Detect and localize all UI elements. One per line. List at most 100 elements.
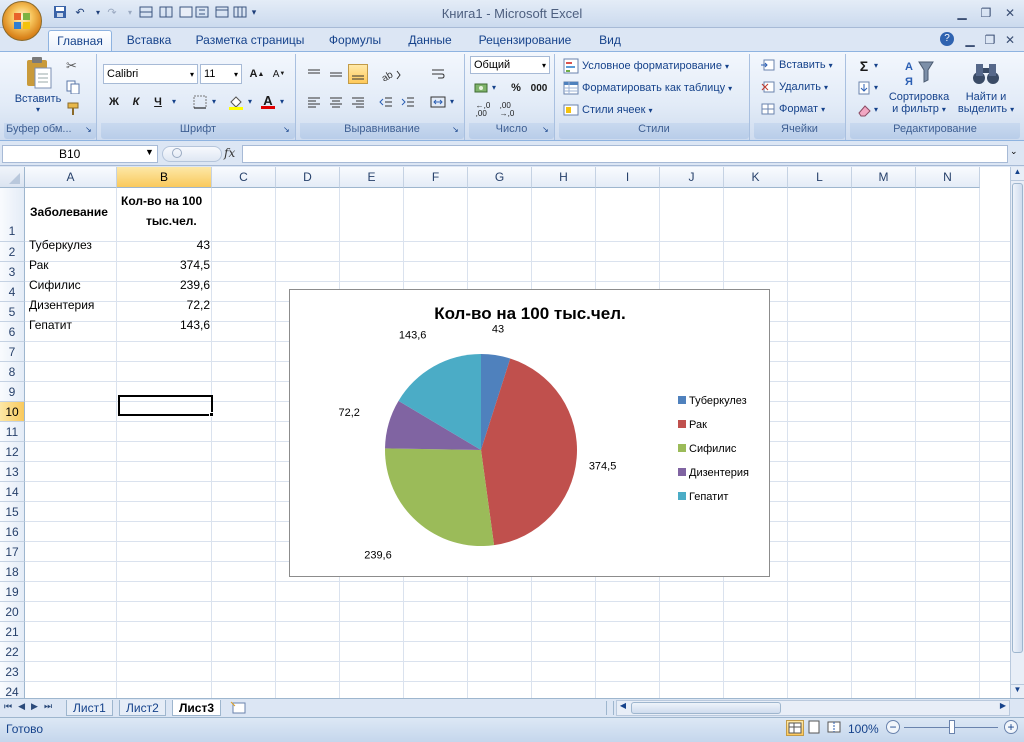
italic-button[interactable]: К [126, 92, 146, 112]
data-label-5[interactable]: 143,6 [399, 329, 427, 341]
cell-A2[interactable]: Туберкулез [29, 235, 92, 255]
page-break-view-button[interactable] [826, 720, 844, 736]
tab-page-layout[interactable]: Разметка страницы [192, 30, 308, 52]
column-header-G[interactable]: G [468, 167, 532, 188]
scroll-up-icon[interactable]: ▲ [1011, 167, 1024, 181]
increase-decimal-button[interactable]: ←,0,00 [472, 100, 494, 120]
paste-dropdown-icon[interactable]: ▾ [18, 105, 58, 114]
font-color-button[interactable]: A [258, 92, 278, 112]
font-name-select[interactable]: Calibri ▾ [103, 64, 198, 84]
worksheet-grid[interactable]: ABCDEFGHIJKLMN 1 2 3 4 5 6 7 8 9 10 11 12 13 14 15 16 17… [0, 167, 1010, 698]
bold-button[interactable]: Ж [104, 92, 124, 112]
legend-label-1[interactable]: Туберкулез [689, 395, 747, 407]
cell-B4[interactable]: 239,6 [119, 275, 210, 295]
restore-icon[interactable]: ❐ [976, 6, 996, 20]
tab-home[interactable]: Главная [48, 30, 112, 52]
sheet-nav-icons[interactable]: ⏮◀▶⏭ [4, 701, 58, 712]
name-box[interactable]: B10 [2, 145, 158, 163]
currency-dropdown-icon[interactable]: ▾ [492, 83, 496, 92]
horizontal-scrollbar[interactable]: ◀ ▶ [616, 700, 1010, 716]
horizontal-scroll-thumb[interactable] [631, 702, 781, 714]
borders-button[interactable] [190, 92, 210, 112]
zoom-in-icon[interactable]: + [1004, 720, 1018, 734]
row-header-4[interactable]: 4 [0, 282, 25, 302]
cell-A4[interactable]: Сифилис [29, 275, 81, 295]
column-header-B[interactable]: B [117, 167, 212, 188]
row-header-3[interactable]: 3 [0, 262, 25, 282]
row-header-6[interactable]: 6 [0, 322, 25, 342]
column-header-L[interactable]: L [788, 167, 852, 188]
workbook-close-icon[interactable]: ✕ [1000, 33, 1020, 47]
wrap-text-button[interactable] [428, 64, 448, 84]
cell-B6[interactable]: 143,6 [119, 315, 210, 335]
tab-view[interactable]: Вид [590, 30, 630, 52]
row-header-14[interactable]: 14 [0, 482, 25, 502]
insert-sheet-icon[interactable] [230, 701, 248, 718]
number-launcher-icon[interactable]: ↘ [542, 125, 549, 134]
align-middle-button[interactable] [326, 64, 346, 84]
format-as-table-button[interactable]: Форматировать как таблицу ▾ [563, 80, 732, 96]
increase-indent-button[interactable] [398, 92, 418, 112]
cell-B1-line1[interactable]: Кол-во на 100 [121, 191, 202, 211]
font-color-dropdown-icon[interactable]: ▾ [280, 97, 284, 106]
row-header-17[interactable]: 17 [0, 542, 25, 562]
autosum-button[interactable]: Σ [854, 56, 874, 76]
delete-cells-button[interactable]: Удалить ▾ [760, 80, 828, 94]
cut-icon[interactable]: ✂ [66, 58, 77, 74]
row-header-12[interactable]: 12 [0, 442, 25, 462]
column-header-A[interactable]: A [25, 167, 117, 188]
expand-formula-bar-icon[interactable]: ⌄ [1010, 146, 1018, 157]
page-layout-view-button[interactable] [806, 720, 824, 736]
row-header-18[interactable]: 18 [0, 562, 25, 582]
legend-label-5[interactable]: Гепатит [689, 491, 728, 503]
row-header-15[interactable]: 15 [0, 502, 25, 522]
fill-dropdown-icon[interactable]: ▾ [874, 83, 878, 92]
chart-title[interactable]: Кол-во на 100 тыс.чел. [434, 304, 626, 323]
row-header-8[interactable]: 8 [0, 362, 25, 382]
insert-cells-button[interactable]: Вставить ▾ [760, 58, 833, 72]
merge-center-button[interactable] [428, 92, 448, 112]
find-select-button[interactable]: Найти и выделить ▾ [956, 58, 1016, 115]
office-button[interactable] [2, 1, 42, 41]
row-header-20[interactable]: 20 [0, 602, 25, 622]
grow-font-button[interactable]: A ▲ [247, 64, 267, 84]
copy-icon[interactable] [66, 80, 80, 97]
cell-A5[interactable]: Дизентерия [29, 295, 94, 315]
help-icon[interactable]: ? [940, 32, 954, 46]
sheet-tab-3[interactable]: Лист3 [172, 700, 222, 716]
workbook-restore-icon[interactable]: ❐ [980, 33, 1000, 47]
font-size-select[interactable]: 11 ▾ [200, 64, 242, 84]
conditional-formatting-button[interactable]: Условное форматирование ▾ [563, 58, 729, 74]
font-launcher-icon[interactable]: ↘ [283, 125, 290, 134]
cell-A1[interactable]: Заболевание [30, 202, 108, 222]
tab-formulas[interactable]: Формулы [322, 30, 388, 52]
decrease-indent-button[interactable] [376, 92, 396, 112]
align-bottom-button[interactable] [348, 64, 368, 84]
row-header-5[interactable]: 5 [0, 302, 25, 322]
row-header-2[interactable]: 2 [0, 242, 25, 262]
scroll-right-icon[interactable]: ▶ [997, 701, 1009, 715]
zoom-slider-thumb[interactable] [949, 720, 955, 734]
clear-button[interactable] [854, 100, 874, 120]
legend-label-4[interactable]: Дизентерия [689, 467, 749, 479]
data-label-3[interactable]: 239,6 [364, 549, 392, 561]
autosum-dropdown-icon[interactable]: ▾ [874, 61, 878, 70]
scroll-down-icon[interactable]: ▼ [1011, 684, 1024, 698]
underline-button[interactable]: Ч [148, 92, 168, 112]
minimize-icon[interactable]: ▁ [952, 6, 972, 20]
column-header-N[interactable]: N [916, 167, 980, 188]
row-header-23[interactable]: 23 [0, 662, 25, 682]
row-header-9[interactable]: 9 [0, 382, 25, 402]
percent-button[interactable]: % [506, 78, 526, 98]
orientation-button[interactable]: ab [376, 64, 406, 84]
cell-A6[interactable]: Гепатит [29, 315, 72, 335]
row-header-24[interactable]: 24 [0, 682, 25, 698]
column-header-C[interactable]: C [212, 167, 276, 188]
row-header-22[interactable]: 22 [0, 642, 25, 662]
column-header-H[interactable]: H [532, 167, 596, 188]
selected-cell[interactable] [118, 395, 213, 416]
legend-label-2[interactable]: Рак [689, 419, 707, 431]
tab-data[interactable]: Данные [400, 30, 460, 52]
insert-function-button[interactable]: fx [224, 146, 235, 160]
column-header-J[interactable]: J [660, 167, 724, 188]
